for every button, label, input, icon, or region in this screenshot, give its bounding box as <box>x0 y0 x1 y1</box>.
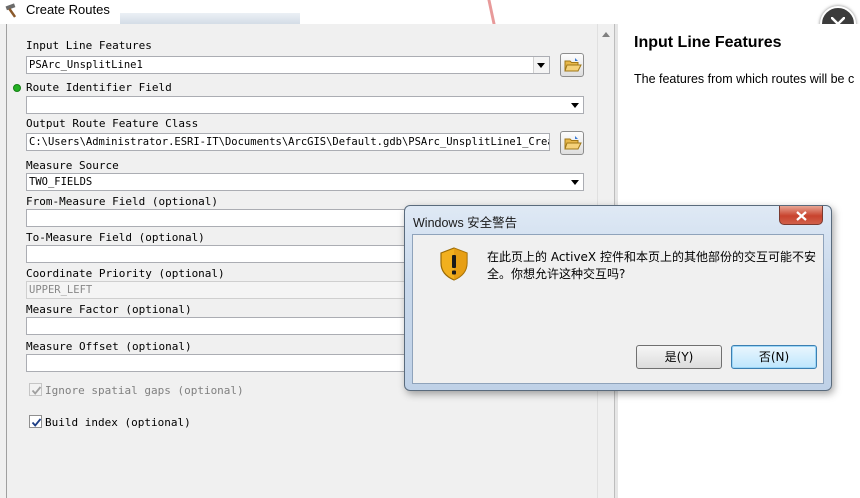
dialog-message: 在此页上的 ActiveX 控件和本页上的其他部份的交互可能不安全。你想允许这种… <box>487 250 816 281</box>
build-index-checkbox[interactable] <box>29 415 42 428</box>
input-line-features-dropdown[interactable]: PSArc_UnsplitLine1 <box>26 56 550 74</box>
security-warning-dialog: Windows 安全警告 在此页上的 ActiveX 控件和本页上的其他部份的交… <box>404 205 832 391</box>
dialog-body: 在此页上的 ActiveX 控件和本页上的其他部份的交互可能不安全。你想允许这种… <box>412 234 824 384</box>
decorative-line <box>487 0 496 24</box>
output-route-feature-class-label: Output Route Feature Class <box>26 117 199 130</box>
measure-source-value: TWO_FIELDS <box>29 176 93 188</box>
coordinate-priority-label: Coordinate Priority (optional) <box>26 267 225 280</box>
shield-warning-icon <box>439 247 469 285</box>
ignore-spatial-gaps-checkbox[interactable] <box>29 383 42 396</box>
input-line-features-label: Input Line Features <box>26 39 152 52</box>
folder-open-icon <box>564 136 582 150</box>
coordinate-priority-value: UPPER_LEFT <box>29 284 93 296</box>
hammer-icon <box>4 3 22 19</box>
checkmark-icon <box>31 418 42 427</box>
output-route-feature-class-input[interactable]: C:\Users\Administrator.ESRI-IT\Documents… <box>26 133 550 151</box>
checkmark-icon <box>31 386 42 395</box>
measure-factor-label: Measure Factor (optional) <box>26 303 192 316</box>
chevron-down-icon <box>571 180 579 185</box>
dialog-close-button[interactable] <box>779 206 823 225</box>
title-bar-highlight <box>120 13 300 24</box>
route-identifier-field-label: Route Identifier Field <box>26 81 172 94</box>
folder-open-icon <box>564 58 582 72</box>
measure-offset-label: Measure Offset (optional) <box>26 340 192 353</box>
browse-input-button[interactable] <box>560 53 584 77</box>
browse-output-button[interactable] <box>560 131 584 155</box>
scroll-up-icon[interactable] <box>602 32 610 37</box>
measure-source-dropdown[interactable]: TWO_FIELDS <box>26 173 584 191</box>
to-measure-field-label: To-Measure Field (optional) <box>26 231 205 244</box>
yes-button[interactable]: 是(Y) <box>636 345 722 369</box>
close-icon <box>796 211 807 221</box>
dialog-title: Windows 安全警告 <box>413 216 518 230</box>
help-title: Input Line Features <box>634 34 782 51</box>
required-indicator <box>13 84 21 92</box>
no-button[interactable]: 否(N) <box>731 345 817 369</box>
route-identifier-field-dropdown[interactable] <box>26 96 584 114</box>
input-line-features-value: PSArc_UnsplitLine1 <box>29 59 143 71</box>
output-route-feature-class-value: C:\Users\Administrator.ESRI-IT\Documents… <box>29 136 550 148</box>
title-bar: Create Routes <box>0 0 860 24</box>
chevron-down-icon <box>537 63 545 68</box>
ignore-spatial-gaps-label: Ignore spatial gaps (optional) <box>45 384 244 397</box>
dropdown-button[interactable] <box>533 57 549 73</box>
help-text: The features from which routes will be c <box>634 72 855 86</box>
build-index-label: Build index (optional) <box>45 416 191 429</box>
chevron-down-icon <box>571 103 579 108</box>
from-measure-field-label: From-Measure Field (optional) <box>26 195 219 208</box>
window-title: Create Routes <box>26 2 110 17</box>
measure-source-label: Measure Source <box>26 159 119 172</box>
